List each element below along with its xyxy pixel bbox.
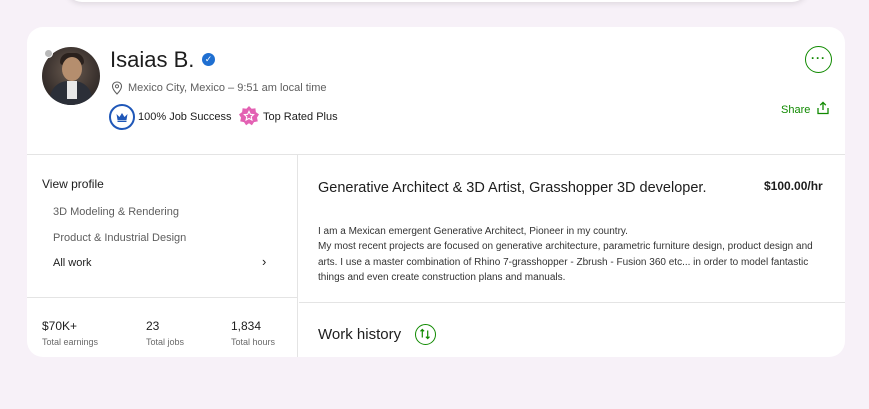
crown-icon [109, 104, 135, 130]
profile-title: Generative Architect & 3D Artist, Grassh… [318, 180, 707, 196]
more-options-button[interactable]: ··· [805, 46, 832, 73]
description-line: I am a Mexican emergent Generative Archi… [318, 226, 628, 237]
location-text: Mexico City, Mexico – 9:51 am local time [128, 82, 327, 94]
location-pin-icon [111, 81, 123, 95]
chevron-right-icon[interactable]: › [262, 254, 266, 269]
total-hours-value: 1,834 [231, 319, 262, 333]
total-jobs-value: 23 [146, 319, 160, 333]
divider [27, 297, 298, 298]
description-paragraph: My most recent projects are focused on g… [318, 241, 813, 283]
sort-icon[interactable] [415, 324, 436, 345]
profile-main: Generative Architect & 3D Artist, Grassh… [299, 155, 845, 357]
freelancer-profile-card: Isaias B. ✓ Mexico City, Mexico – 9:51 a… [27, 27, 845, 357]
total-hours-label: Total hours [231, 337, 276, 347]
job-success-badge: 100% Job Success [138, 111, 232, 123]
divider [299, 302, 845, 303]
top-rated-plus-badge: Top Rated Plus [263, 111, 338, 123]
profile-header: Isaias B. ✓ Mexico City, Mexico – 9:51 a… [27, 27, 845, 155]
profile-description: I am a Mexican emergent Generative Archi… [318, 224, 830, 285]
online-status-dot [44, 49, 53, 58]
share-button[interactable]: Share [781, 104, 810, 116]
profile-sidebar: View profile 3D Modeling & Rendering Pro… [27, 155, 298, 357]
sidebar-item-3d-modeling[interactable]: 3D Modeling & Rendering [53, 206, 179, 218]
star-badge-icon [239, 106, 259, 126]
freelancer-name[interactable]: Isaias B. [110, 47, 194, 73]
total-earnings-label: Total earnings [42, 337, 99, 347]
view-profile-heading: View profile [42, 177, 104, 191]
previous-card-edge [66, 0, 808, 2]
total-jobs-label: Total jobs [146, 337, 185, 347]
sidebar-item-all-work[interactable]: All work [53, 257, 92, 269]
share-icon[interactable] [816, 101, 830, 115]
work-history-heading: Work history [318, 326, 402, 343]
verified-icon: ✓ [202, 53, 215, 66]
hourly-rate: $100.00/hr [764, 179, 823, 193]
sidebar-item-product-design[interactable]: Product & Industrial Design [53, 232, 186, 244]
total-earnings-value: $70K+ [42, 319, 78, 333]
